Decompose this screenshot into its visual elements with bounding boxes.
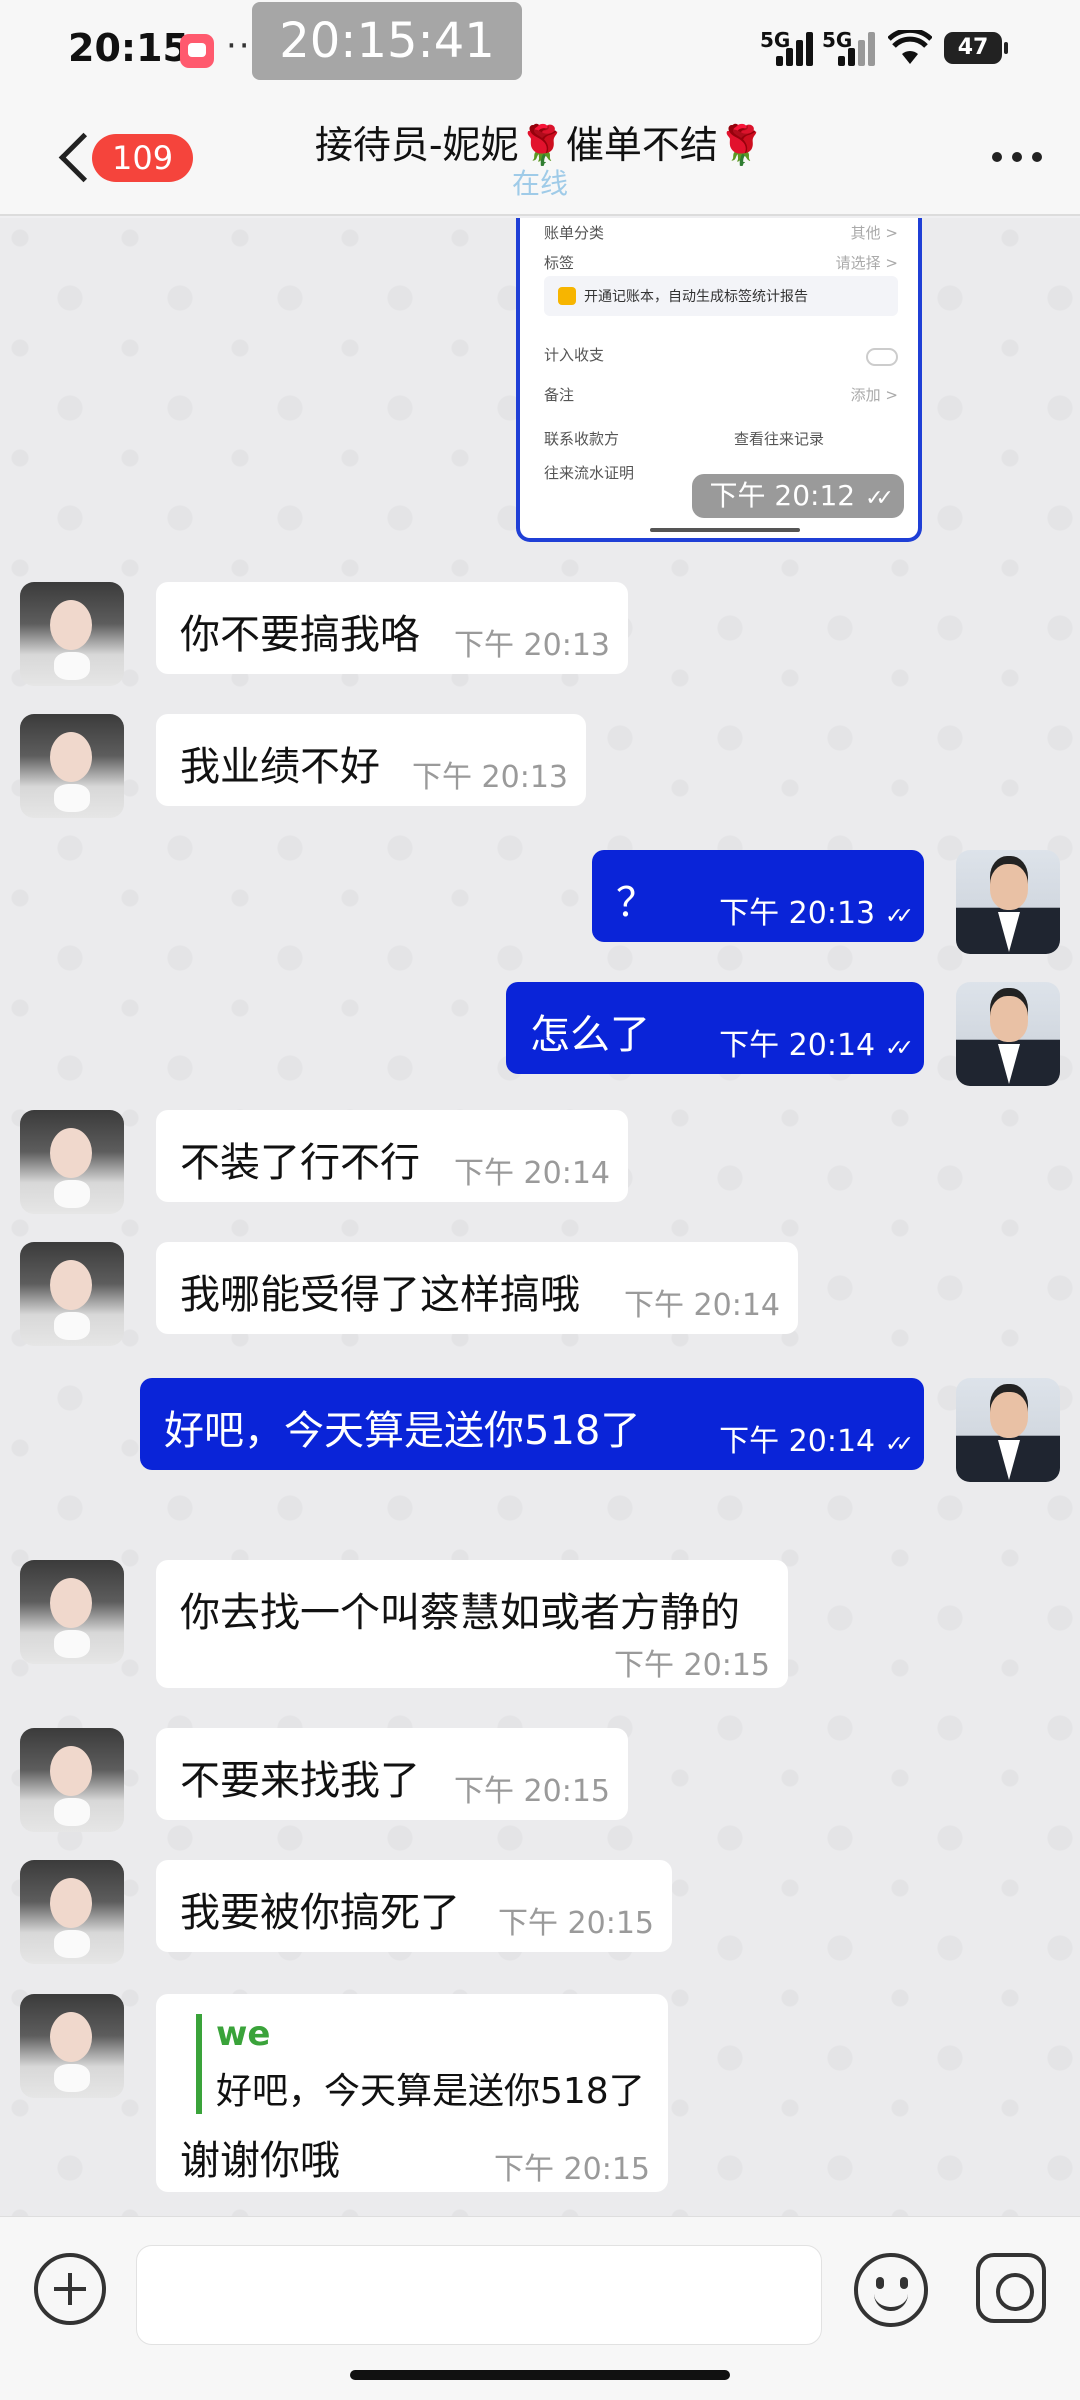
online-status: 在线 [511, 167, 568, 200]
contact-avatar[interactable] [20, 1110, 124, 1214]
contact-avatar[interactable] [20, 1860, 124, 1964]
read-receipt-icon: ✓✓ [885, 1432, 914, 1457]
read-receipt-icon: ✓✓ [885, 1036, 914, 1061]
quoted-text: 好吧，今天算是送你518了 [216, 2071, 645, 2112]
message-time: 下午 20:15 [494, 2152, 650, 2187]
app-notification-icon [180, 34, 214, 68]
unread-count-badge[interactable]: 109 [92, 134, 194, 182]
outgoing-message[interactable]: 怎么了 下午 20:14 ✓✓ [506, 982, 924, 1074]
status-time: 20:15 [68, 26, 189, 70]
screenshot-row: 账单分类 其他 > [544, 224, 898, 242]
user-avatar[interactable] [956, 850, 1060, 954]
message-time: 下午 20:14 [719, 1424, 876, 1459]
message-time: 下午 20:15 [454, 1774, 610, 1809]
message-time: 下午 20:15 [498, 1906, 654, 1941]
message-time: 下午 20:13 [412, 760, 568, 795]
reply-message[interactable]: we 好吧，今天算是送你518了 谢谢你哦 下午 20:15 [156, 1994, 668, 2192]
read-receipt-icon: ✓✓ [885, 904, 914, 929]
home-indicator[interactable] [350, 2370, 730, 2380]
message-time: 下午 20:13 [454, 628, 610, 663]
user-avatar[interactable] [956, 982, 1060, 1086]
contact-avatar[interactable] [20, 1728, 124, 1832]
contact-avatar[interactable] [20, 1560, 124, 1664]
wifi-icon [887, 27, 933, 66]
camera-icon[interactable] [976, 2253, 1046, 2323]
contact-avatar[interactable] [20, 1994, 124, 2098]
message-time: 下午 20:12 ✓✓ [691, 474, 904, 518]
message-list[interactable]: 账单分类 其他 > 标签 请选择 > 开通记账本，自动生成标签统计报告 计入收支 备… [0, 218, 1080, 2216]
clock-overlay: 20:15:41 [252, 2, 522, 80]
signal-2-icon [838, 30, 878, 66]
outgoing-message[interactable]: ？ 下午 20:13 ✓✓ [592, 850, 924, 942]
quoted-sender: we [216, 2014, 271, 2054]
chat-header: 109 接待员-妮妮🌹催单不结🌹 在线 [0, 100, 1080, 216]
message-time: 下午 20:13 [719, 896, 876, 931]
contact-avatar[interactable] [20, 714, 124, 818]
message-time: 下午 20:14 [624, 1288, 780, 1323]
screenshot-row: 标签 请选择 > [544, 254, 898, 272]
signal-1-icon [776, 30, 816, 66]
contact-avatar[interactable] [20, 582, 124, 686]
incoming-message[interactable]: 我业绩不好 下午 20:13 [156, 714, 586, 806]
plus-circle-icon[interactable] [34, 2253, 106, 2325]
message-time: 下午 20:15 [614, 1648, 770, 1683]
battery-icon: 47 [944, 32, 1008, 64]
incoming-message[interactable]: 你不要搞我咯 下午 20:13 [156, 582, 628, 674]
smiley-icon[interactable] [854, 2253, 928, 2327]
outgoing-message[interactable]: 好吧，今天算是送你518了 下午 20:14 ✓✓ [140, 1378, 924, 1470]
screenshot-row: 备注 添加 > [544, 386, 898, 404]
message-time: 下午 20:14 [719, 1028, 876, 1063]
incoming-message[interactable]: 不要来找我了 下午 20:15 [156, 1728, 628, 1820]
more-dots-icon[interactable] [990, 136, 1044, 176]
screenshot-row: 联系收款方 查看往来记录 [544, 430, 825, 448]
screenshot-row: 计入收支 [544, 344, 898, 370]
quoted-message[interactable]: we 好吧，今天算是送你518了 [196, 2014, 645, 2114]
chevron-left-icon[interactable] [56, 130, 96, 186]
status-bar: 20:15 ··· 20:15:41 5G 5G 47 [0, 0, 1080, 100]
chat-title[interactable]: 接待员-妮妮🌹催单不结🌹 [240, 114, 840, 169]
message-time: 下午 20:14 [454, 1156, 610, 1191]
incoming-message[interactable]: 不装了行不行 下午 20:14 [156, 1110, 628, 1202]
message-input[interactable] [136, 2245, 822, 2345]
incoming-message[interactable]: 我要被你搞死了 下午 20:15 [156, 1860, 672, 1952]
image-message[interactable]: 账单分类 其他 > 标签 请选择 > 开通记账本，自动生成标签统计报告 计入收支 备… [516, 218, 922, 542]
incoming-message[interactable]: 你去找一个叫蔡慧如或者方静的 下午 20:15 [156, 1560, 788, 1688]
user-avatar[interactable] [956, 1378, 1060, 1482]
screenshot-banner: 开通记账本，自动生成标签统计报告 [544, 276, 898, 316]
incoming-message[interactable]: 我哪能受得了这样搞哦 下午 20:14 [156, 1242, 798, 1334]
contact-avatar[interactable] [20, 1242, 124, 1346]
